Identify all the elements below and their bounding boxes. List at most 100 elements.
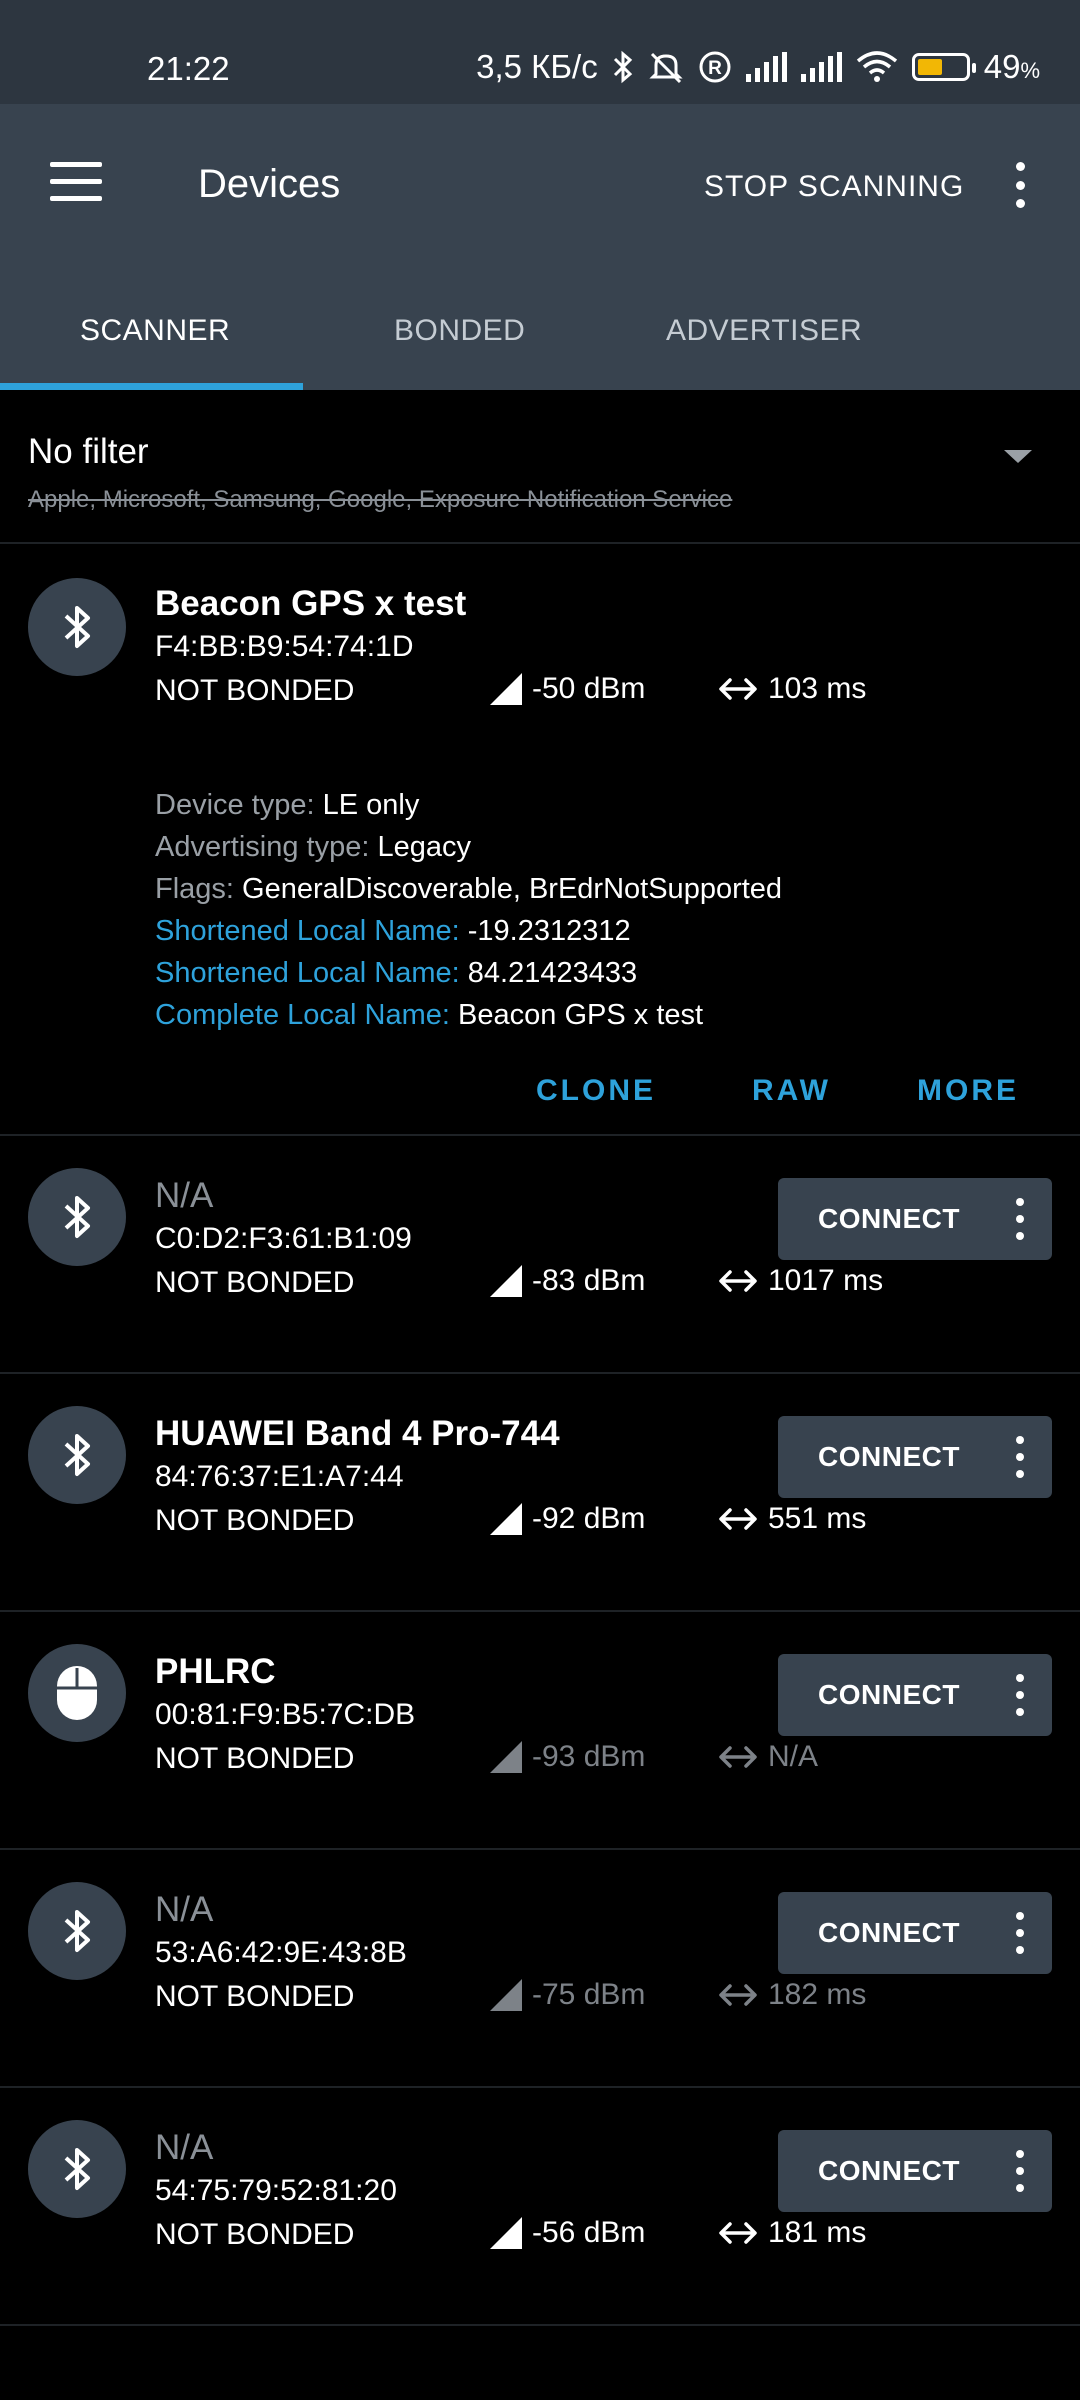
interval-arrows-icon (719, 1984, 757, 2006)
adv-interval: 551 ms (718, 1502, 866, 1536)
device-menu-icon[interactable] (1014, 1198, 1026, 1240)
dropdown-arrow-icon (1004, 450, 1032, 463)
signal-strength-icon (490, 1741, 522, 1773)
device-address: C0:D2:F3:61:B1:09 (155, 1222, 412, 1255)
bond-state: NOT BONDED (155, 1266, 355, 1299)
filter-dropdown[interactable]: No filter Apple, Microsoft, Samsung, Goo… (0, 390, 1080, 544)
registered-icon: R (699, 51, 731, 83)
bluetooth-icon (28, 1406, 126, 1504)
interval-arrows-icon (719, 2222, 757, 2244)
device-address: 00:81:F9:B5:7C:DB (155, 1698, 416, 1731)
status-bar: 21:22 3,5 КБ/с R 49% (0, 0, 1080, 104)
device-item[interactable]: PHLRC 00:81:F9:B5:7C:DB NOT BONDED -93 d… (0, 1612, 1080, 1850)
device-name: Beacon GPS x test (155, 584, 467, 623)
filter-subtitle: Apple, Microsoft, Samsung, Google, Expos… (28, 486, 733, 513)
detail-row: Complete Local Name: Beacon GPS x test (155, 999, 704, 1031)
battery-percent: 49% (983, 48, 1040, 85)
signal-icon (745, 52, 787, 82)
bond-state: NOT BONDED (155, 674, 355, 707)
network-speed: 3,5 КБ/с (476, 48, 598, 85)
adv-interval: 182 ms (718, 1978, 866, 2012)
bluetooth-icon (28, 1882, 126, 1980)
svg-text:R: R (708, 58, 722, 79)
device-menu-icon[interactable] (1014, 1912, 1026, 1954)
connect-button[interactable]: CONNECT (778, 1654, 1052, 1736)
bond-state: NOT BONDED (155, 1742, 355, 1775)
rssi: -93 dBm (490, 1740, 645, 1774)
signal-strength-icon (490, 2217, 522, 2249)
device-name: N/A (155, 1890, 214, 1929)
device-address: F4:BB:B9:54:74:1D (155, 630, 414, 663)
app-bar: Devices STOP SCANNING (0, 104, 1080, 264)
overflow-menu-icon[interactable] (1010, 162, 1030, 208)
device-menu-icon[interactable] (1014, 1436, 1026, 1478)
more-button[interactable]: MORE (917, 1074, 1019, 1108)
device-item[interactable]: N/A 54:75:79:52:81:20 NOT BONDED -56 dBm… (0, 2088, 1080, 2326)
signal-strength-icon (490, 1503, 522, 1535)
filter-title: No filter (28, 432, 149, 471)
device-address: 84:76:37:E1:A7:44 (155, 1460, 404, 1493)
battery-icon (911, 53, 976, 81)
device-menu-icon[interactable] (1014, 1674, 1026, 1716)
detail-row: Advertising type: Legacy (155, 831, 471, 863)
device-menu-icon[interactable] (1014, 2150, 1026, 2192)
bond-state: NOT BONDED (155, 1504, 355, 1537)
connect-label: CONNECT (818, 2155, 960, 2186)
rssi: -92 dBm (490, 1502, 645, 1536)
rssi: -50 dBm (490, 672, 645, 706)
bond-state: NOT BONDED (155, 2218, 355, 2251)
device-item[interactable]: Beacon GPS x test F4:BB:B9:54:74:1D NOT … (0, 544, 1080, 1136)
detail-row: Shortened Local Name: 84.21423433 (155, 957, 638, 989)
bluetooth-icon (613, 50, 632, 84)
connect-button[interactable]: CONNECT (778, 1416, 1052, 1498)
detail-row: Flags: GeneralDiscoverable, BrEdrNotSupp… (155, 873, 783, 905)
device-item[interactable]: N/A 53:A6:42:9E:43:8B NOT BONDED -75 dBm… (0, 1850, 1080, 2088)
device-name: HUAWEI Band 4 Pro-744 (155, 1414, 560, 1453)
menu-icon[interactable] (50, 162, 102, 202)
signal-strength-icon (490, 1265, 522, 1297)
adv-interval: 103 ms (718, 672, 866, 706)
connect-label: CONNECT (818, 1441, 960, 1472)
clone-button[interactable]: CLONE (536, 1074, 656, 1108)
interval-arrows-icon (719, 678, 757, 700)
rssi: -83 dBm (490, 1264, 645, 1298)
device-address: 54:75:79:52:81:20 (155, 2174, 397, 2207)
signal-strength-icon (490, 1979, 522, 2011)
rssi: -75 dBm (490, 1978, 645, 2012)
wifi-icon (856, 51, 897, 82)
connect-label: CONNECT (818, 1203, 960, 1234)
mouse-icon (28, 1644, 126, 1742)
connect-button[interactable]: CONNECT (778, 2130, 1052, 2212)
signal-icon (800, 52, 842, 82)
tab-scanner[interactable]: SCANNER (80, 314, 230, 348)
tab-advertiser[interactable]: ADVERTISER (666, 314, 862, 348)
bluetooth-icon (28, 578, 126, 676)
adv-interval: 181 ms (718, 2216, 866, 2250)
connect-label: CONNECT (818, 1917, 960, 1948)
device-item[interactable]: N/A C0:D2:F3:61:B1:09 NOT BONDED -83 dBm… (0, 1136, 1080, 1374)
interval-arrows-icon (719, 1746, 757, 1768)
rssi: -56 dBm (490, 2216, 645, 2250)
tab-indicator (0, 383, 303, 390)
detail-row: Device type: LE only (155, 789, 420, 821)
page-title: Devices (198, 162, 341, 206)
connect-button[interactable]: CONNECT (778, 1178, 1052, 1260)
device-name: PHLRC (155, 1652, 276, 1691)
raw-button[interactable]: RAW (752, 1074, 831, 1108)
status-time: 21:22 (147, 50, 230, 87)
tab-bar: SCANNER BONDED ADVERTISER (0, 264, 1080, 390)
device-address: 53:A6:42:9E:43:8B (155, 1936, 407, 1969)
interval-arrows-icon (719, 1508, 757, 1530)
signal-strength-icon (490, 673, 522, 705)
device-item[interactable]: HUAWEI Band 4 Pro-744 84:76:37:E1:A7:44 … (0, 1374, 1080, 1612)
device-details: Device type: LE only Advertising type: L… (155, 784, 782, 1036)
bond-state: NOT BONDED (155, 1980, 355, 2013)
stop-scanning-button[interactable]: STOP SCANNING (704, 170, 964, 204)
tab-bonded[interactable]: BONDED (394, 314, 525, 348)
muted-bell-icon (649, 52, 683, 84)
device-name: N/A (155, 1176, 214, 1215)
adv-interval: 1017 ms (718, 1264, 883, 1298)
adv-interval: N/A (718, 1740, 818, 1774)
connect-button[interactable]: CONNECT (778, 1892, 1052, 1974)
connect-label: CONNECT (818, 1679, 960, 1710)
